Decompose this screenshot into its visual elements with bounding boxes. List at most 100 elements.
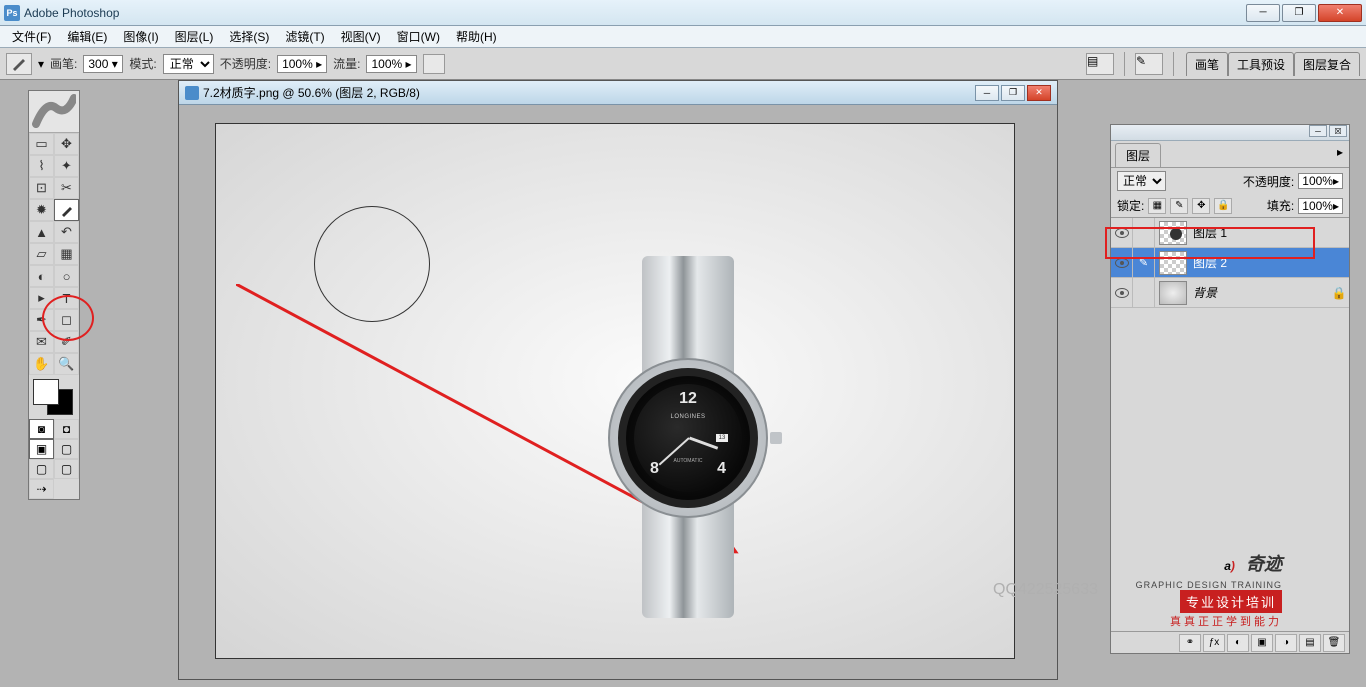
brush-preset-button[interactable]: ✎ — [1135, 53, 1163, 75]
document-titlebar[interactable]: 7.2材质字.png @ 50.6% (图层 2, RGB/8) ─ ❐ ✕ — [179, 81, 1057, 105]
blend-mode-select[interactable]: 正常 — [163, 54, 214, 74]
pen-tool[interactable]: ✒ — [29, 309, 54, 331]
menu-image[interactable]: 图像(I) — [115, 25, 166, 48]
menu-edit[interactable]: 编辑(E) — [59, 25, 115, 48]
layer-row[interactable]: 背景 🔒 — [1111, 278, 1349, 308]
eyedropper-tool[interactable]: ✐ — [54, 331, 79, 353]
clone-stamp-tool[interactable]: ▲ — [29, 221, 54, 243]
lock-all-button[interactable]: 🔒 — [1214, 198, 1232, 214]
window-titlebar: Ps Adobe Photoshop ─ ❐ ✕ — [0, 0, 1366, 26]
window-restore-button[interactable]: ❐ — [1282, 4, 1316, 22]
window-minimize-button[interactable]: ─ — [1246, 4, 1280, 22]
doc-close-button[interactable]: ✕ — [1027, 85, 1051, 101]
layers-tab[interactable]: 图层 — [1115, 143, 1161, 167]
canvas-area[interactable]: 12 8 4 LONGINES AUTOMATIC 13 — [179, 105, 1057, 679]
layer-name[interactable]: 背景 — [1191, 284, 1329, 301]
eraser-tool[interactable]: ▱ — [29, 243, 54, 265]
slice-tool[interactable]: ✂ — [54, 177, 79, 199]
layer-blend-mode-select[interactable]: 正常 — [1117, 171, 1166, 191]
flow-value[interactable]: 100% ▸ — [366, 55, 416, 73]
layer-thumbnail[interactable] — [1159, 281, 1187, 305]
link-layers-button[interactable]: ⚭ — [1179, 634, 1201, 652]
delete-layer-button[interactable]: 🗑 — [1323, 634, 1345, 652]
fill-label: 填充: — [1267, 197, 1294, 214]
zoom-tool[interactable]: 🔍 — [54, 353, 79, 375]
layer-visibility-toggle[interactable] — [1111, 218, 1133, 248]
tab-layer-comps[interactable]: 图层复合 — [1294, 52, 1360, 76]
layer-name[interactable]: 图层 2 — [1191, 254, 1349, 271]
layer-link-cell[interactable] — [1133, 218, 1155, 248]
layer-mask-button[interactable]: ◐ — [1227, 634, 1249, 652]
canvas[interactable]: 12 8 4 LONGINES AUTOMATIC 13 — [215, 123, 1015, 659]
brush-size-value[interactable]: 300 ▾ — [83, 55, 123, 73]
jump-to-button[interactable]: ⇢ — [29, 479, 54, 499]
screen-full-button[interactable]: ▢ — [29, 459, 54, 479]
shape-tool[interactable]: ◻ — [54, 309, 79, 331]
new-group-button[interactable]: ▣ — [1251, 634, 1273, 652]
path-selection-tool[interactable]: ▸ — [29, 287, 54, 309]
blur-tool[interactable]: ◐ — [29, 265, 54, 287]
lock-paint-button[interactable]: ✎ — [1170, 198, 1188, 214]
color-swatches[interactable] — [29, 375, 79, 419]
menu-bar: 文件(F) 编辑(E) 图像(I) 图层(L) 选择(S) 滤镜(T) 视图(V… — [0, 26, 1366, 48]
hand-tool[interactable]: ✋ — [29, 353, 54, 375]
gradient-tool[interactable]: ▦ — [54, 243, 79, 265]
magic-wand-tool[interactable]: ✦ — [54, 155, 79, 177]
layer-link-cell[interactable]: ✎ — [1133, 248, 1155, 278]
brush-tool[interactable] — [54, 199, 79, 221]
layer-visibility-toggle[interactable] — [1111, 278, 1133, 308]
airbrush-toggle[interactable] — [423, 54, 445, 74]
tab-brushes[interactable]: 画笔 — [1186, 52, 1228, 76]
history-brush-tool[interactable]: ↶ — [54, 221, 79, 243]
options-bar: ▾ 画笔: 300 ▾ 模式: 正常 不透明度: 100% ▸ 流量: 100%… — [0, 48, 1366, 80]
menu-layer[interactable]: 图层(L) — [167, 25, 222, 48]
layer-thumbnail[interactable] — [1159, 221, 1187, 245]
layer-name[interactable]: 图层 1 — [1191, 224, 1349, 241]
lock-icon: 🔒 — [1329, 286, 1349, 300]
quickmask-mode-button[interactable]: ◘ — [54, 419, 79, 439]
type-tool[interactable]: T — [54, 287, 79, 309]
screen-full-menu-button[interactable]: ▢ — [54, 439, 79, 459]
tab-tool-presets[interactable]: 工具预设 — [1228, 52, 1294, 76]
dodge-tool[interactable]: ○ — [54, 265, 79, 287]
current-tool-icon[interactable] — [6, 53, 32, 75]
panel-close-button[interactable]: ☒ — [1329, 125, 1347, 137]
layer-style-button[interactable]: ƒx — [1203, 634, 1225, 652]
lock-position-button[interactable]: ✥ — [1192, 198, 1210, 214]
doc-restore-button[interactable]: ❐ — [1001, 85, 1025, 101]
menu-help[interactable]: 帮助(H) — [448, 25, 505, 48]
screen-extra-button[interactable]: ▢ — [54, 459, 79, 479]
menu-view[interactable]: 视图(V) — [333, 25, 389, 48]
adjustment-layer-button[interactable]: ◑ — [1275, 634, 1297, 652]
panel-toggle-button[interactable]: ▤ — [1086, 53, 1114, 75]
standard-mode-button[interactable]: ◙ — [29, 419, 54, 439]
foreground-color[interactable] — [33, 379, 59, 405]
menu-filter[interactable]: 滤镜(T) — [277, 25, 332, 48]
panel-minimize-button[interactable]: ─ — [1309, 125, 1327, 137]
layer-opacity-value[interactable]: 100% ▸ — [1298, 173, 1343, 189]
healing-brush-tool[interactable]: ✹ — [29, 199, 54, 221]
layer-link-cell[interactable] — [1133, 278, 1155, 308]
layer-row[interactable]: 图层 1 — [1111, 218, 1349, 248]
move-tool[interactable]: ✥ — [54, 133, 79, 155]
lasso-tool[interactable]: ⌇ — [29, 155, 54, 177]
layer-visibility-toggle[interactable] — [1111, 248, 1133, 278]
menu-window[interactable]: 窗口(W) — [389, 25, 448, 48]
screen-standard-button[interactable]: ▣ — [29, 439, 54, 459]
menu-select[interactable]: 选择(S) — [221, 25, 277, 48]
doc-minimize-button[interactable]: ─ — [975, 85, 999, 101]
eye-icon — [1115, 228, 1129, 238]
marquee-tool[interactable]: ▭ — [29, 133, 54, 155]
notes-tool[interactable]: ✉ — [29, 331, 54, 353]
lock-transparency-button[interactable]: ▦ — [1148, 198, 1166, 214]
panel-menu-button[interactable]: ▸ — [1331, 141, 1349, 163]
menu-file[interactable]: 文件(F) — [4, 25, 59, 48]
layer-thumbnail[interactable] — [1159, 251, 1187, 275]
crop-tool[interactable]: ⊡ — [29, 177, 54, 199]
panel-titlebar[interactable]: ─ ☒ — [1111, 125, 1349, 141]
layer-row[interactable]: ✎ 图层 2 — [1111, 248, 1349, 278]
window-close-button[interactable]: ✕ — [1318, 4, 1362, 22]
new-layer-button[interactable]: ▤ — [1299, 634, 1321, 652]
fill-value[interactable]: 100% ▸ — [1298, 198, 1343, 214]
opacity-value[interactable]: 100% ▸ — [277, 55, 327, 73]
